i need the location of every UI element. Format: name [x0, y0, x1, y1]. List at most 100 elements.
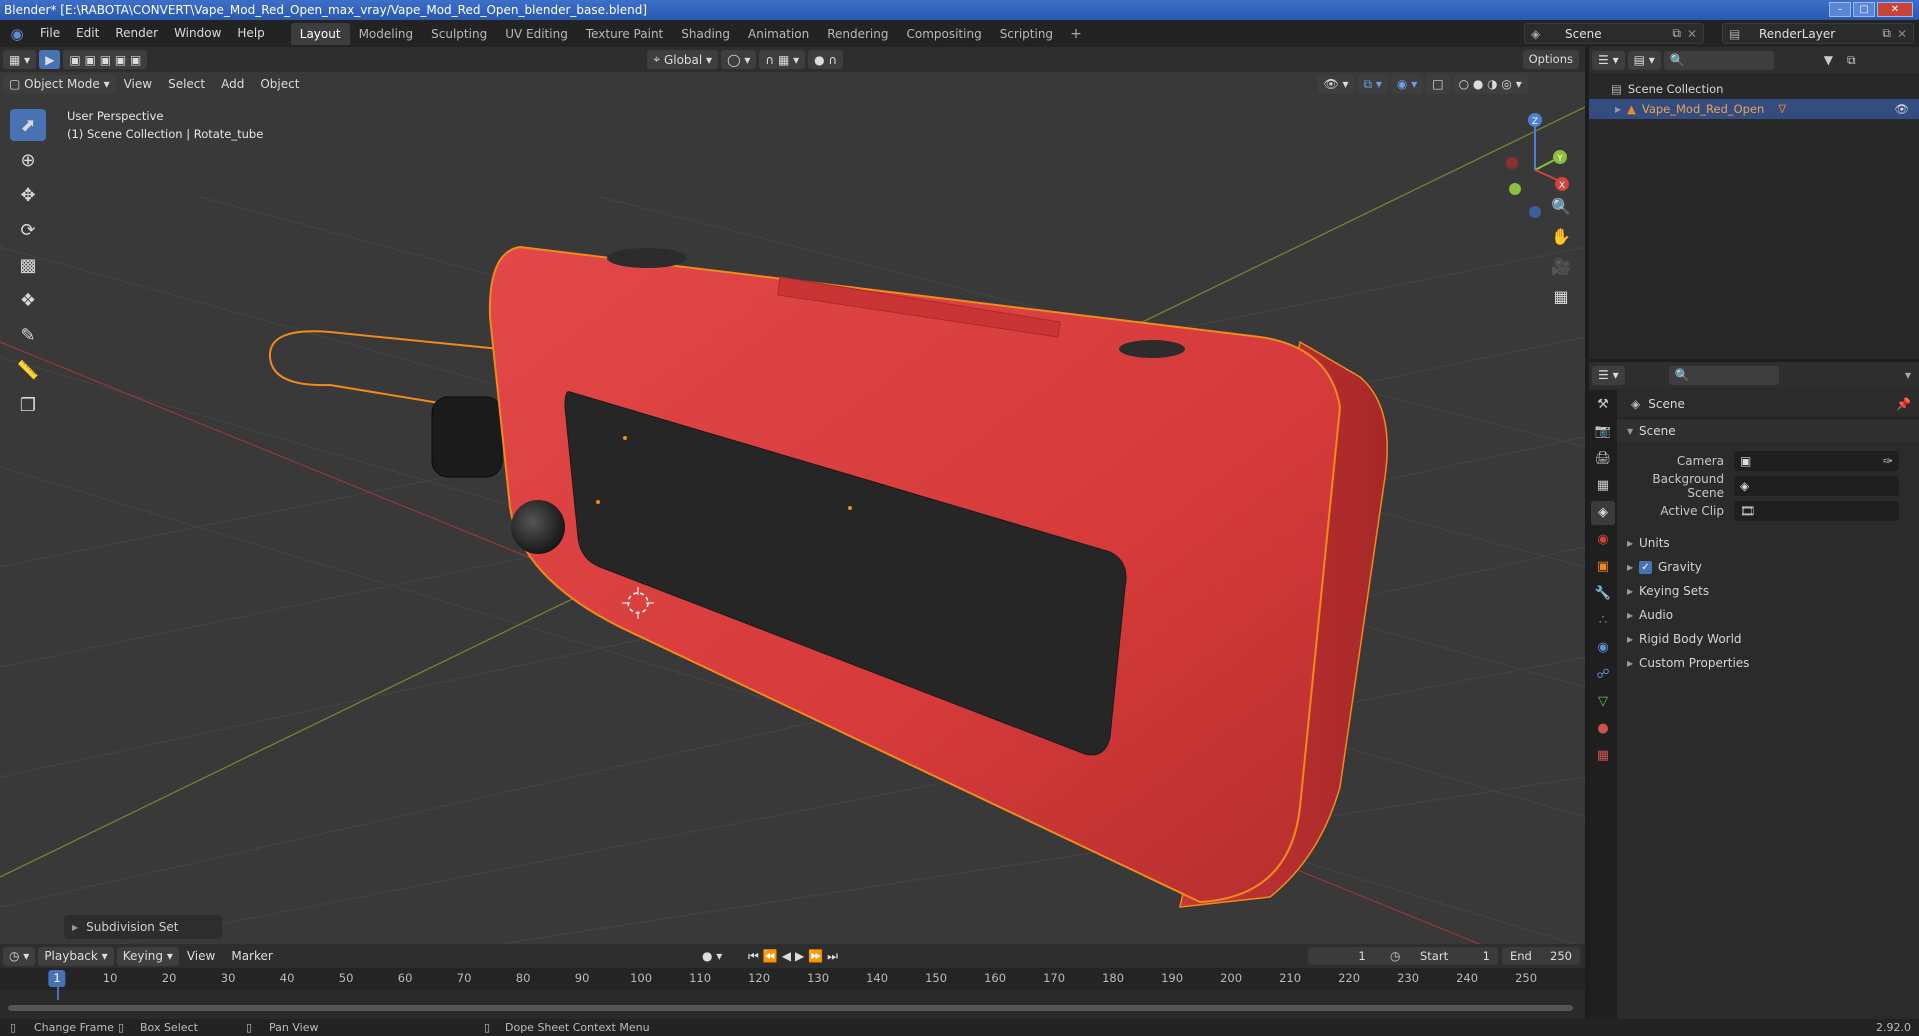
eyedropper-icon[interactable]: ✑ [1883, 454, 1893, 468]
tab-rendering[interactable]: Rendering [818, 23, 897, 45]
tab-scripting[interactable]: Scripting [991, 23, 1062, 45]
3d-viewport[interactable]: Z Y X ▦ ▾ ▶ ▣ ▣ ▣ ▣ ▣ ⌖ Global ▾ ◯ ▾ ∩ ▦… [0, 47, 1585, 944]
editor-type-button[interactable]: ▦ ▾ [3, 50, 37, 69]
end-frame-field[interactable]: End 250 [1502, 947, 1580, 965]
menu-view[interactable]: View [116, 77, 160, 91]
select-mode-buttons[interactable]: ▣ ▣ ▣ ▣ ▣ [63, 50, 148, 69]
subpanel-units[interactable]: ▶ Units [1617, 531, 1919, 555]
tab-sculpting[interactable]: Sculpting [422, 23, 496, 45]
render-layer-selector[interactable]: ▤ RenderLayer ⧉ ✕ [1722, 23, 1914, 44]
pan-hand-icon[interactable]: ✋ [1549, 227, 1573, 253]
object-tab-icon[interactable]: ▣ [1591, 555, 1615, 579]
menu-object[interactable]: Object [252, 77, 307, 91]
ortho-grid-icon[interactable]: ▦ [1549, 287, 1573, 313]
menu-add[interactable]: Add [213, 77, 252, 91]
display-mode-icon[interactable]: ▤ ▾ [1627, 50, 1661, 70]
filter-icon[interactable]: ▼ [1824, 53, 1833, 67]
snap-icon[interactable]: ∩ ▦ ▾ [759, 50, 806, 69]
output-tab-icon[interactable]: 🖨 [1591, 447, 1615, 471]
rotate-tool-icon[interactable]: ⟳ [10, 214, 46, 246]
mode-dropdown[interactable]: ▢ Object Mode ▾ [3, 74, 116, 94]
clock-icon[interactable]: ◷ [1390, 949, 1400, 963]
move-tool-icon[interactable]: ✥ [10, 179, 46, 211]
select-box-tool-icon[interactable]: ⬈ [10, 109, 46, 141]
background-scene-field[interactable]: ◈ [1734, 475, 1899, 496]
overlay-toggle-icon[interactable]: ◉ ▾ [1390, 74, 1424, 94]
keying-menu[interactable]: Keying ▾ [116, 946, 179, 966]
playhead-frame[interactable]: 1 [48, 970, 66, 987]
render-tab-icon[interactable]: 📷 [1591, 420, 1615, 444]
particles-tab-icon[interactable]: ∴ [1591, 609, 1615, 633]
outliner-search-input[interactable]: 🔍 [1663, 50, 1774, 70]
record-icon[interactable]: ● ▾ [702, 949, 722, 963]
chevron-down-icon[interactable]: ▾ [1905, 368, 1911, 382]
visibility-eye-icon[interactable]: 👁 [1894, 102, 1909, 116]
outliner-editor-type[interactable]: ☰ ▾ [1592, 50, 1625, 70]
view-layer-tab-icon[interactable]: ▦ [1591, 474, 1615, 498]
data-tab-icon[interactable]: ▽ [1591, 690, 1615, 714]
add-workspace-icon[interactable]: + [1062, 23, 1090, 45]
gizmo-toggle-icon[interactable]: ⧉ ▾ [1357, 74, 1388, 94]
expand-triangle-icon[interactable]: ▶ [1615, 105, 1627, 114]
timeline-marker-menu[interactable]: Marker [223, 949, 280, 963]
material-tab-icon[interactable]: ● [1591, 717, 1615, 741]
tab-compositing[interactable]: Compositing [897, 23, 990, 45]
start-frame-field[interactable]: Start 1 [1408, 947, 1498, 965]
menu-window[interactable]: Window [166, 20, 229, 47]
proportional-edit-icon[interactable]: ● ∩ [808, 50, 844, 69]
properties-editor-type[interactable]: ☰ ▾ [1592, 365, 1625, 385]
visibility-icon[interactable]: 👁 ▾ [1317, 74, 1355, 94]
annotate-tool-icon[interactable]: ✎ [10, 319, 46, 351]
timeline-editor-type[interactable]: ◷ ▾ [3, 946, 36, 966]
subpanel-custom-properties[interactable]: ▶ Custom Properties [1617, 651, 1919, 675]
new-layer-icon[interactable]: ⧉ [1882, 26, 1891, 41]
pivot-point-icon[interactable]: ◯ ▾ [721, 50, 757, 69]
camera-field[interactable]: ▣ ✑ [1734, 450, 1899, 471]
menu-render[interactable]: Render [107, 20, 166, 47]
tab-layout[interactable]: Layout [290, 22, 350, 45]
maximize-button[interactable]: □ [1853, 2, 1875, 17]
xray-icon[interactable]: □ [1426, 74, 1450, 94]
scene-tab-icon[interactable]: ◈ [1591, 501, 1615, 525]
gravity-checkbox[interactable]: ✓ [1639, 560, 1652, 574]
menu-help[interactable]: Help [229, 20, 272, 47]
minimize-button[interactable]: – [1829, 2, 1851, 17]
cursor-tool-icon[interactable]: ⊕ [10, 144, 46, 176]
section-scene[interactable]: ▼ Scene [1617, 420, 1919, 442]
timeline-scrollbar[interactable] [8, 1005, 1573, 1011]
shading-mode-icons[interactable]: ○ ● ◑ ◎ ▾ [1452, 74, 1528, 94]
modifier-tab-icon[interactable]: 🔧 [1591, 582, 1615, 606]
world-tab-icon[interactable]: ◉ [1591, 528, 1615, 552]
subpanel-audio[interactable]: ▶ Audio [1617, 603, 1919, 627]
outliner-scene-collection[interactable]: ▤ Scene Collection [1589, 79, 1919, 99]
new-scene-icon[interactable]: ⧉ [1672, 26, 1681, 41]
playback-controls[interactable]: ⏮⏪◀▶⏩⏭ [748, 949, 842, 964]
close-button[interactable]: ✕ [1877, 2, 1913, 17]
add-cube-tool-icon[interactable]: ❐ [10, 389, 46, 421]
tool-select-icon[interactable]: ▶ [39, 50, 61, 69]
outliner-object-row[interactable]: ▶ ▲ Vape_Mod_Red_Open ∇ 👁 [1589, 99, 1919, 119]
tab-shading[interactable]: Shading [672, 23, 739, 45]
zoom-icon[interactable]: 🔍 [1549, 197, 1573, 223]
tab-uv-editing[interactable]: UV Editing [496, 23, 577, 45]
scale-tool-icon[interactable]: ▩ [10, 249, 46, 281]
timeline-track[interactable] [0, 986, 1585, 1019]
delete-scene-icon[interactable]: ✕ [1687, 27, 1697, 41]
last-operator-panel[interactable]: ▶ Subdivision Set [64, 915, 222, 939]
menu-select[interactable]: Select [160, 77, 213, 91]
timeline-view-menu[interactable]: View [179, 949, 223, 963]
properties-search-input[interactable]: 🔍 [1668, 365, 1779, 385]
new-collection-icon[interactable]: ⧉ [1847, 53, 1856, 68]
camera-view-icon[interactable]: 🎥 [1549, 257, 1573, 283]
menu-edit[interactable]: Edit [68, 20, 107, 47]
tab-animation[interactable]: Animation [739, 23, 818, 45]
options-dropdown[interactable]: Options [1522, 50, 1579, 69]
constraints-tab-icon[interactable]: ☍ [1591, 663, 1615, 687]
physics-tab-icon[interactable]: ◉ [1591, 636, 1615, 660]
scene-selector[interactable]: ◈ Scene ⧉ ✕ [1524, 23, 1704, 44]
subpanel-rigid-body-world[interactable]: ▶ Rigid Body World [1617, 627, 1919, 651]
subpanel-keying-sets[interactable]: ▶ Keying Sets [1617, 579, 1919, 603]
tab-modeling[interactable]: Modeling [350, 23, 423, 45]
texture-tab-icon[interactable]: ▦ [1591, 744, 1615, 768]
pin-icon[interactable]: 📌 [1896, 397, 1911, 411]
